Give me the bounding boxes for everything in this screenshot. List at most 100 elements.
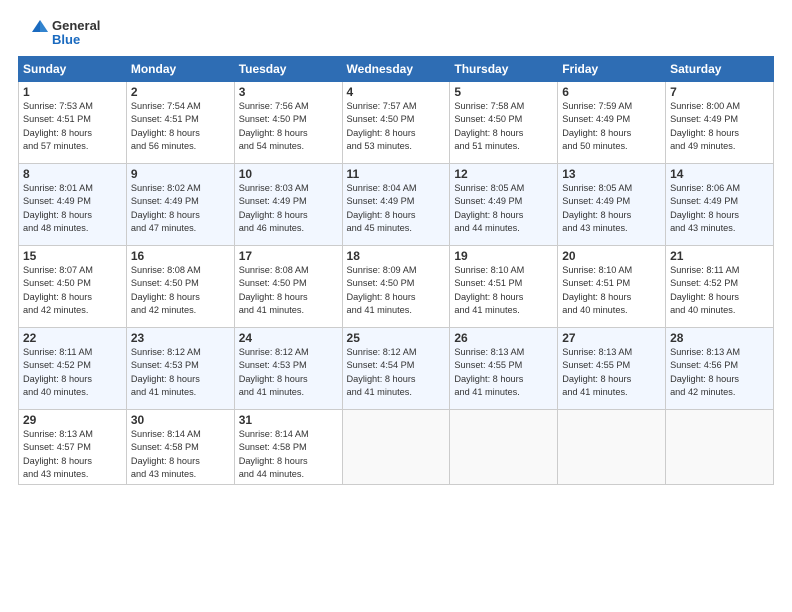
day-info: Sunrise: 8:02 AM Sunset: 4:49 PM Dayligh…	[131, 182, 230, 235]
calendar-cell: 5 Sunrise: 7:58 AM Sunset: 4:50 PM Dayli…	[450, 82, 558, 164]
daylight-info: Daylight: 8 hoursand 49 minutes.	[670, 128, 739, 151]
sunrise-info: Sunrise: 8:01 AM	[23, 183, 93, 193]
calendar-cell	[342, 410, 450, 485]
day-info: Sunrise: 8:12 AM Sunset: 4:53 PM Dayligh…	[131, 346, 230, 399]
sunset-info: Sunset: 4:49 PM	[454, 196, 522, 206]
day-info: Sunrise: 8:13 AM Sunset: 4:55 PM Dayligh…	[562, 346, 661, 399]
sunset-info: Sunset: 4:50 PM	[454, 114, 522, 124]
sunrise-info: Sunrise: 8:10 AM	[454, 265, 524, 275]
calendar-cell: 27 Sunrise: 8:13 AM Sunset: 4:55 PM Dayl…	[558, 328, 666, 410]
day-info: Sunrise: 8:04 AM Sunset: 4:49 PM Dayligh…	[347, 182, 446, 235]
daylight-info: Daylight: 8 hoursand 57 minutes.	[23, 128, 92, 151]
weekday-thursday: Thursday	[450, 57, 558, 82]
daylight-info: Daylight: 8 hoursand 42 minutes.	[23, 292, 92, 315]
logo-general: General	[52, 19, 100, 33]
calendar-cell: 12 Sunrise: 8:05 AM Sunset: 4:49 PM Dayl…	[450, 164, 558, 246]
daylight-info: Daylight: 8 hoursand 40 minutes.	[562, 292, 631, 315]
sunrise-info: Sunrise: 8:03 AM	[239, 183, 309, 193]
day-number: 1	[23, 85, 122, 99]
sunrise-info: Sunrise: 8:08 AM	[131, 265, 201, 275]
calendar-cell: 7 Sunrise: 8:00 AM Sunset: 4:49 PM Dayli…	[666, 82, 774, 164]
day-info: Sunrise: 8:00 AM Sunset: 4:49 PM Dayligh…	[670, 100, 769, 153]
day-number: 27	[562, 331, 661, 345]
day-info: Sunrise: 7:53 AM Sunset: 4:51 PM Dayligh…	[23, 100, 122, 153]
day-number: 12	[454, 167, 553, 181]
calendar-cell: 26 Sunrise: 8:13 AM Sunset: 4:55 PM Dayl…	[450, 328, 558, 410]
logo-blue: Blue	[52, 33, 100, 47]
sunset-info: Sunset: 4:53 PM	[239, 360, 307, 370]
calendar-cell: 1 Sunrise: 7:53 AM Sunset: 4:51 PM Dayli…	[19, 82, 127, 164]
calendar-cell: 16 Sunrise: 8:08 AM Sunset: 4:50 PM Dayl…	[126, 246, 234, 328]
weekday-sunday: Sunday	[19, 57, 127, 82]
sunset-info: Sunset: 4:49 PM	[670, 196, 738, 206]
day-number: 3	[239, 85, 338, 99]
day-info: Sunrise: 8:12 AM Sunset: 4:54 PM Dayligh…	[347, 346, 446, 399]
sunrise-info: Sunrise: 8:12 AM	[131, 347, 201, 357]
calendar-cell: 15 Sunrise: 8:07 AM Sunset: 4:50 PM Dayl…	[19, 246, 127, 328]
sunrise-info: Sunrise: 8:11 AM	[670, 265, 739, 275]
sunset-info: Sunset: 4:49 PM	[347, 196, 415, 206]
sunset-info: Sunset: 4:53 PM	[131, 360, 199, 370]
sunrise-info: Sunrise: 8:14 AM	[131, 429, 201, 439]
sunrise-info: Sunrise: 8:08 AM	[239, 265, 309, 275]
day-number: 15	[23, 249, 122, 263]
sunset-info: Sunset: 4:49 PM	[670, 114, 738, 124]
calendar-cell: 23 Sunrise: 8:12 AM Sunset: 4:53 PM Dayl…	[126, 328, 234, 410]
calendar-cell: 13 Sunrise: 8:05 AM Sunset: 4:49 PM Dayl…	[558, 164, 666, 246]
calendar-cell: 11 Sunrise: 8:04 AM Sunset: 4:49 PM Dayl…	[342, 164, 450, 246]
sunrise-info: Sunrise: 8:12 AM	[347, 347, 417, 357]
weekday-friday: Friday	[558, 57, 666, 82]
sunrise-info: Sunrise: 7:56 AM	[239, 101, 309, 111]
sunset-info: Sunset: 4:51 PM	[454, 278, 522, 288]
sunrise-info: Sunrise: 8:10 AM	[562, 265, 632, 275]
day-number: 30	[131, 413, 230, 427]
daylight-info: Daylight: 8 hoursand 41 minutes.	[454, 292, 523, 315]
day-info: Sunrise: 8:14 AM Sunset: 4:58 PM Dayligh…	[131, 428, 230, 481]
sunset-info: Sunset: 4:51 PM	[562, 278, 630, 288]
day-number: 8	[23, 167, 122, 181]
header: General Blue	[18, 18, 774, 48]
weekday-saturday: Saturday	[666, 57, 774, 82]
day-number: 13	[562, 167, 661, 181]
sunset-info: Sunset: 4:52 PM	[670, 278, 738, 288]
day-number: 16	[131, 249, 230, 263]
calendar-cell: 30 Sunrise: 8:14 AM Sunset: 4:58 PM Dayl…	[126, 410, 234, 485]
sunset-info: Sunset: 4:49 PM	[239, 196, 307, 206]
day-number: 18	[347, 249, 446, 263]
daylight-info: Daylight: 8 hoursand 46 minutes.	[239, 210, 308, 233]
calendar-cell: 18 Sunrise: 8:09 AM Sunset: 4:50 PM Dayl…	[342, 246, 450, 328]
logo: General Blue	[18, 18, 100, 48]
sunrise-info: Sunrise: 7:57 AM	[347, 101, 417, 111]
calendar-cell: 14 Sunrise: 8:06 AM Sunset: 4:49 PM Dayl…	[666, 164, 774, 246]
sunrise-info: Sunrise: 8:09 AM	[347, 265, 417, 275]
weekday-monday: Monday	[126, 57, 234, 82]
day-number: 10	[239, 167, 338, 181]
sunset-info: Sunset: 4:50 PM	[131, 278, 199, 288]
sunset-info: Sunset: 4:56 PM	[670, 360, 738, 370]
daylight-info: Daylight: 8 hoursand 41 minutes.	[131, 374, 200, 397]
day-info: Sunrise: 7:54 AM Sunset: 4:51 PM Dayligh…	[131, 100, 230, 153]
daylight-info: Daylight: 8 hoursand 42 minutes.	[670, 374, 739, 397]
calendar-cell: 2 Sunrise: 7:54 AM Sunset: 4:51 PM Dayli…	[126, 82, 234, 164]
daylight-info: Daylight: 8 hoursand 41 minutes.	[347, 374, 416, 397]
calendar-cell: 20 Sunrise: 8:10 AM Sunset: 4:51 PM Dayl…	[558, 246, 666, 328]
sunrise-info: Sunrise: 8:06 AM	[670, 183, 740, 193]
day-info: Sunrise: 8:13 AM Sunset: 4:55 PM Dayligh…	[454, 346, 553, 399]
sunset-info: Sunset: 4:49 PM	[23, 196, 91, 206]
weekday-header-row: SundayMondayTuesdayWednesdayThursdayFrid…	[19, 57, 774, 82]
daylight-info: Daylight: 8 hoursand 56 minutes.	[131, 128, 200, 151]
sunset-info: Sunset: 4:58 PM	[239, 442, 307, 452]
calendar-cell: 19 Sunrise: 8:10 AM Sunset: 4:51 PM Dayl…	[450, 246, 558, 328]
sunset-info: Sunset: 4:50 PM	[239, 278, 307, 288]
sunset-info: Sunset: 4:55 PM	[562, 360, 630, 370]
daylight-info: Daylight: 8 hoursand 40 minutes.	[23, 374, 92, 397]
day-info: Sunrise: 7:56 AM Sunset: 4:50 PM Dayligh…	[239, 100, 338, 153]
day-info: Sunrise: 8:11 AM Sunset: 4:52 PM Dayligh…	[23, 346, 122, 399]
calendar-cell	[558, 410, 666, 485]
day-info: Sunrise: 8:08 AM Sunset: 4:50 PM Dayligh…	[239, 264, 338, 317]
day-number: 17	[239, 249, 338, 263]
day-number: 11	[347, 167, 446, 181]
calendar-cell	[450, 410, 558, 485]
calendar-cell: 9 Sunrise: 8:02 AM Sunset: 4:49 PM Dayli…	[126, 164, 234, 246]
day-info: Sunrise: 8:13 AM Sunset: 4:56 PM Dayligh…	[670, 346, 769, 399]
